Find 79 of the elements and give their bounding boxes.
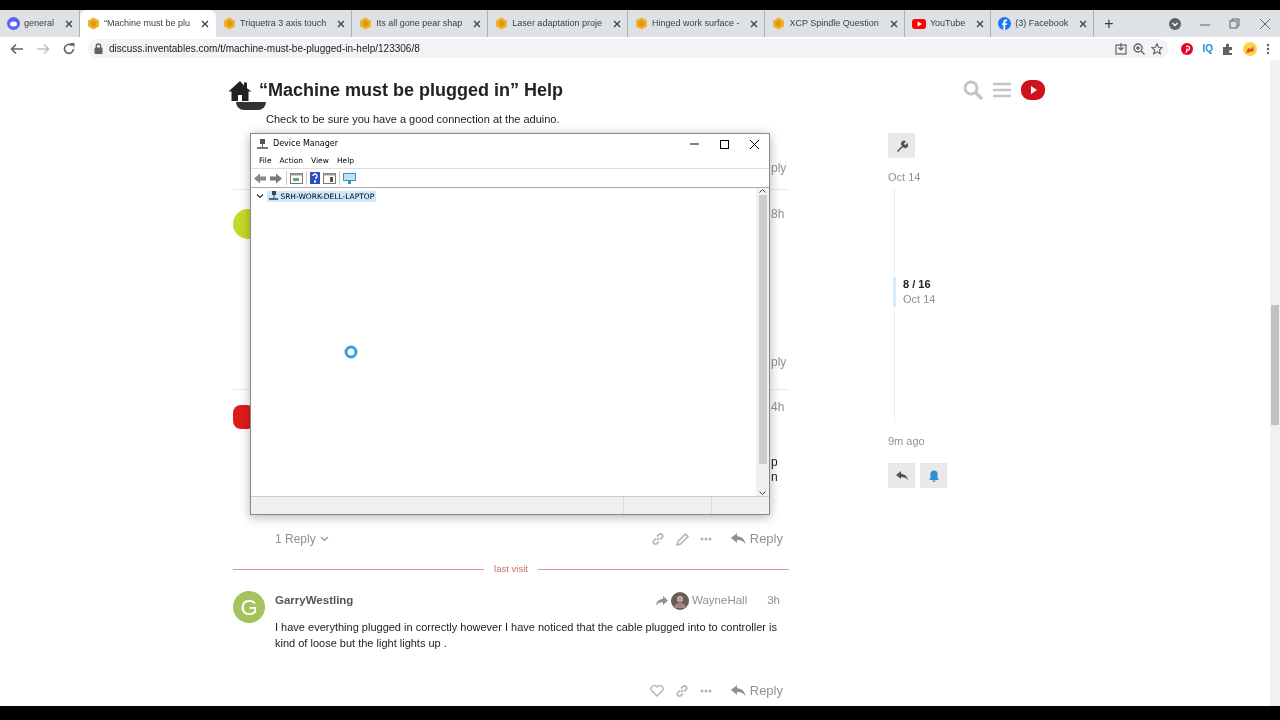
bell-icon xyxy=(928,469,939,482)
computer-icon xyxy=(257,138,268,150)
close-icon[interactable] xyxy=(611,18,622,29)
post-time: 3h xyxy=(767,593,780,609)
play-icon xyxy=(911,18,926,29)
reply-button[interactable] xyxy=(888,463,915,488)
wrench-icon xyxy=(895,139,908,152)
close-icon[interactable] xyxy=(472,18,483,29)
help-icon[interactable] xyxy=(310,172,320,184)
back-icon[interactable] xyxy=(254,172,267,184)
close-icon[interactable] xyxy=(888,18,899,29)
window-title: Device Manager xyxy=(273,138,338,150)
close-icon[interactable] xyxy=(975,18,986,29)
scrollbar-thumb[interactable] xyxy=(1271,305,1279,425)
reload-icon[interactable] xyxy=(62,41,76,56)
user-avatar[interactable] xyxy=(236,102,266,110)
hexagon-icon xyxy=(359,17,373,30)
avatar-icon[interactable] xyxy=(1021,80,1045,100)
reply-icon xyxy=(730,533,746,545)
scroll-up-icon[interactable] xyxy=(759,188,766,193)
hexagon-icon xyxy=(495,17,509,30)
install-icon[interactable] xyxy=(1115,42,1128,55)
browser-tab[interactable]: “Machine must be plu xyxy=(80,10,217,37)
zoom-icon[interactable] xyxy=(1133,42,1146,55)
pin-icon[interactable] xyxy=(1181,42,1194,55)
extension-button[interactable]: IQ xyxy=(1202,41,1213,56)
close-icon[interactable] xyxy=(336,18,347,29)
post-text: Check to be sure you have a good connection at the aduino. xyxy=(266,111,560,127)
share-arrow-icon xyxy=(656,596,668,606)
profile-icon[interactable] xyxy=(1243,41,1257,56)
back-icon[interactable] xyxy=(10,41,24,56)
monitor-icon[interactable] xyxy=(343,172,356,184)
hexagon-icon xyxy=(772,17,786,30)
hexagon-icon xyxy=(87,17,101,30)
properties-icon[interactable] xyxy=(290,172,303,184)
computer-icon xyxy=(269,191,278,202)
author-name[interactable]: GarryWestling xyxy=(275,592,354,610)
post-time: 4h xyxy=(771,399,785,415)
post-text-fragment: p xyxy=(771,454,778,470)
timeline-handle[interactable] xyxy=(893,276,896,307)
reply-icon xyxy=(895,470,908,481)
puzzle-icon[interactable] xyxy=(1222,42,1234,55)
new-tab-button[interactable]: + xyxy=(1094,10,1124,37)
lock-icon[interactable] xyxy=(94,43,103,54)
circle-logo-icon xyxy=(7,17,20,30)
home-icon[interactable] xyxy=(228,80,252,102)
post-text: I have everything plugged in correctly however I have noticed that the cable plugged into to controller is kind of loose but the light lights up . xyxy=(275,620,779,651)
address-bar[interactable]: discuss.inventables.com/t/machine-must-be-plugged-in-help/123306/8 xyxy=(88,39,1170,58)
maximize-icon[interactable] xyxy=(718,138,730,150)
hexagon-icon xyxy=(223,17,237,30)
collapse-caret-icon[interactable] xyxy=(256,192,264,200)
post-text-fragment: n xyxy=(771,469,778,485)
close-icon[interactable] xyxy=(200,18,211,29)
divider-label: last visit xyxy=(493,561,529,576)
scrollbar[interactable] xyxy=(756,188,769,496)
close-icon[interactable] xyxy=(748,138,760,150)
close-icon[interactable] xyxy=(749,18,760,29)
timeline-position: 8 / 16 xyxy=(903,276,932,292)
chevron-down-icon xyxy=(319,536,329,542)
scrollbar[interactable] xyxy=(1270,60,1280,706)
menu-dots-icon[interactable] xyxy=(1266,42,1270,55)
hexagon-icon xyxy=(634,17,648,30)
restore-icon[interactable] xyxy=(1229,17,1241,30)
avatar-icon xyxy=(671,592,689,610)
scrollbar-thumb[interactable] xyxy=(758,195,767,464)
admin-button[interactable] xyxy=(888,133,915,158)
topic-title: “Machine must be plugged in” Help xyxy=(259,79,564,102)
post-time: 8h xyxy=(771,206,785,222)
close-icon[interactable] xyxy=(64,18,75,29)
view-icon[interactable] xyxy=(323,172,336,184)
tab-search-icon[interactable] xyxy=(1168,16,1182,31)
timeline-date: Oct 14 xyxy=(903,291,936,307)
circle-logo-icon xyxy=(998,17,1012,30)
notifications-button[interactable] xyxy=(920,463,947,488)
close-icon[interactable] xyxy=(1078,18,1089,29)
reply-icon xyxy=(730,685,746,697)
forward-icon[interactable] xyxy=(270,172,283,184)
star-icon[interactable] xyxy=(1151,42,1164,55)
scroll-down-icon[interactable] xyxy=(759,491,766,496)
